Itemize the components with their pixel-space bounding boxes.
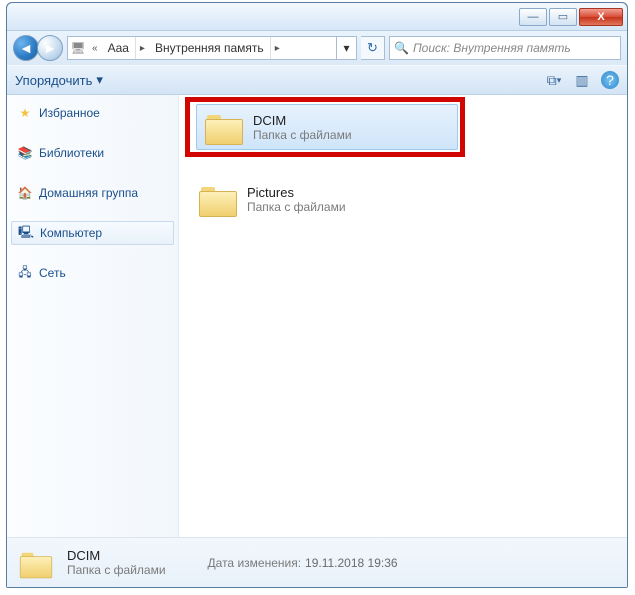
sidebar-item-computer[interactable]: 🖳 Компьютер bbox=[11, 221, 174, 245]
titlebar[interactable]: — ▭ X bbox=[7, 3, 627, 31]
view-icon: ⧉ bbox=[547, 72, 557, 89]
refresh-button[interactable]: ↻ bbox=[361, 36, 385, 60]
sidebar-item-label: Избранное bbox=[39, 106, 100, 120]
highlight-annotation: DCIM Папка с файлами bbox=[185, 97, 465, 157]
network-icon: 🖧 bbox=[17, 265, 33, 281]
folder-icon bbox=[205, 111, 243, 143]
organize-label: Упорядочить bbox=[15, 73, 92, 88]
star-icon: ★ bbox=[17, 105, 33, 121]
minimize-button[interactable]: — bbox=[519, 8, 547, 26]
help-button[interactable]: ? bbox=[601, 71, 619, 89]
computer-icon: 🖳 bbox=[18, 225, 34, 241]
folder-subtitle: Папка с файлами bbox=[253, 128, 352, 142]
sidebar-item-label: Библиотеки bbox=[39, 146, 104, 160]
sidebar-item-network[interactable]: 🖧 Сеть bbox=[7, 261, 178, 285]
folder-subtitle: Папка с файлами bbox=[247, 200, 346, 214]
libraries-icon: 📚 bbox=[17, 145, 33, 161]
chevron-right-icon[interactable]: « bbox=[88, 43, 102, 54]
folder-icon bbox=[199, 183, 237, 215]
back-button[interactable]: ◄ bbox=[13, 35, 39, 61]
breadcrumb[interactable]: 🖥 « Aaa ▸ Внутренняя память ▸ ▾ bbox=[67, 36, 357, 60]
folder-item-pictures[interactable]: Pictures Папка с файлами bbox=[191, 177, 453, 221]
search-placeholder: Поиск: Внутренняя память bbox=[413, 41, 571, 55]
search-icon: 🔍 bbox=[394, 41, 409, 55]
chevron-down-icon: ▾ bbox=[96, 72, 103, 88]
chevron-right-icon[interactable]: ▸ bbox=[136, 43, 149, 54]
forward-button[interactable]: ► bbox=[37, 35, 63, 61]
navigation-bar: ◄ ► 🖥 « Aaa ▸ Внутренняя память ▸ ▾ ↻ 🔍 … bbox=[7, 31, 627, 65]
computer-icon: 🖥 bbox=[68, 41, 88, 55]
sidebar-item-label: Сеть bbox=[39, 266, 66, 280]
file-list[interactable]: DCIM Папка с файлами Pictures Папка с фа… bbox=[179, 95, 627, 537]
preview-pane-button[interactable]: ▥ bbox=[573, 71, 591, 89]
view-mode-button[interactable]: ⧉▾ bbox=[545, 71, 563, 89]
details-modified-value: 19.11.2018 19:36 bbox=[305, 556, 398, 570]
homegroup-icon: 🏠 bbox=[17, 185, 33, 201]
maximize-button[interactable]: ▭ bbox=[549, 8, 577, 26]
toolbar: Упорядочить ▾ ⧉▾ ▥ ? bbox=[7, 65, 627, 95]
sidebar-item-label: Компьютер bbox=[40, 226, 102, 240]
chevron-right-icon[interactable]: ▸ bbox=[271, 43, 284, 54]
close-button[interactable]: X bbox=[579, 8, 623, 26]
sidebar-item-favorites[interactable]: ★ Избранное bbox=[7, 101, 178, 125]
folder-name: DCIM bbox=[253, 113, 352, 128]
organize-button[interactable]: Упорядочить ▾ bbox=[15, 72, 103, 88]
details-name: DCIM bbox=[67, 548, 166, 563]
sidebar-item-homegroup[interactable]: 🏠 Домашняя группа bbox=[7, 181, 178, 205]
details-pane: DCIM Папка с файлами Дата изменения: 19.… bbox=[7, 537, 627, 587]
breadcrumb-seg-1[interactable]: Aaa bbox=[102, 37, 136, 59]
sidebar: ★ Избранное 📚 Библиотеки 🏠 Домашняя груп… bbox=[7, 95, 179, 537]
breadcrumb-dropdown[interactable]: ▾ bbox=[336, 37, 356, 59]
explorer-window: — ▭ X ◄ ► 🖥 « Aaa ▸ Внутренняя память ▸ … bbox=[6, 2, 628, 588]
folder-item-dcim[interactable]: DCIM Папка с файлами bbox=[196, 104, 458, 150]
folder-icon bbox=[20, 549, 52, 576]
details-subtitle: Папка с файлами bbox=[67, 563, 166, 577]
details-modified-label: Дата изменения: bbox=[208, 556, 302, 570]
sidebar-item-libraries[interactable]: 📚 Библиотеки bbox=[7, 141, 178, 165]
search-input[interactable]: 🔍 Поиск: Внутренняя память bbox=[389, 36, 621, 60]
sidebar-item-label: Домашняя группа bbox=[39, 186, 138, 200]
breadcrumb-seg-2[interactable]: Внутренняя память bbox=[149, 37, 271, 59]
content-area: ★ Избранное 📚 Библиотеки 🏠 Домашняя груп… bbox=[7, 95, 627, 537]
folder-name: Pictures bbox=[247, 185, 346, 200]
